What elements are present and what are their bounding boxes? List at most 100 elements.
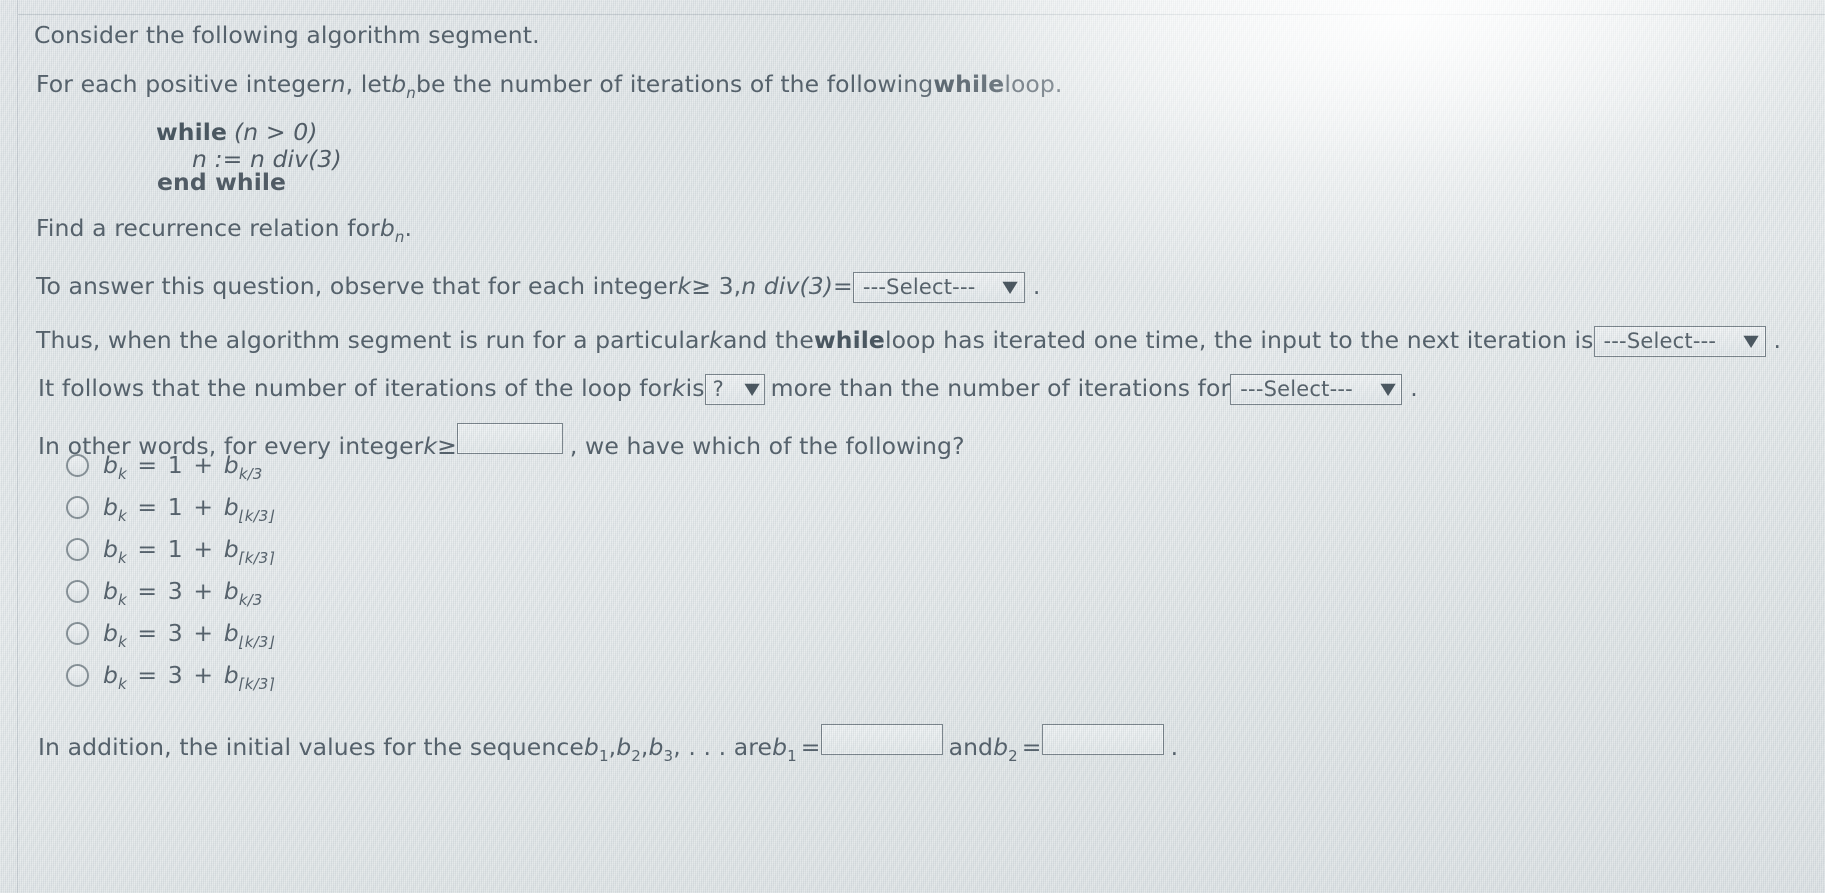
follows-mid: is: [685, 374, 705, 402]
opt6-b2: b: [223, 661, 239, 689]
setup-post-b: loop.: [1004, 70, 1063, 98]
code-line-end-while: end while: [157, 167, 286, 197]
radio-button-icon[interactable]: [66, 663, 89, 687]
option-row-6[interactable]: bk = 3 + b⌈k/3⌉: [66, 660, 275, 694]
observe-equals: =: [833, 272, 853, 300]
question-content: Consider the following algorithm segment…: [0, 0, 1825, 893]
opt1-plus: +: [185, 451, 221, 479]
select-ndiv3[interactable]: ---Select--- ▼: [852, 271, 1025, 303]
initial-s2: 2: [631, 747, 641, 766]
opt1-b2: b: [223, 451, 239, 479]
option-row-1[interactable]: bk = 1 + bk/3: [66, 450, 262, 484]
option-label-2: bk = 1 + b⌊k/3⌋: [103, 492, 275, 526]
opt3-sub: k: [118, 549, 127, 568]
observe-expr: n div(3): [741, 272, 834, 300]
select-iterations-for-value: ---Select---: [1240, 377, 1353, 401]
chevron-down-icon: ▼: [1002, 277, 1019, 297]
code-end-while-text: end while: [157, 168, 287, 196]
opt3-num: 1: [167, 535, 183, 563]
select-iterations-for[interactable]: ---Select--- ▼: [1230, 373, 1403, 405]
find-recurrence-text: Find a recurrence relation for bn .: [36, 213, 413, 246]
thus-post: loop has iterated one time, the input to…: [884, 326, 1594, 354]
radio-button-icon[interactable]: [66, 621, 89, 645]
observe-var-k: k: [677, 272, 692, 300]
observe-line: To answer this question, observe that fo…: [36, 271, 1040, 303]
opt4-b: b: [103, 577, 119, 605]
option-row-4[interactable]: bk = 3 + bk/3: [66, 576, 262, 610]
observe-mid: ≥ 3,: [691, 272, 742, 300]
inother-var-k: k: [423, 432, 438, 460]
radio-button-icon[interactable]: [66, 453, 89, 477]
opt1-sub: k: [118, 465, 127, 484]
chevron-down-icon: ▼: [1380, 379, 1396, 399]
opt3-eq: =: [129, 535, 165, 563]
opt1-num: 1: [167, 451, 183, 479]
radio-button-icon[interactable]: [66, 579, 89, 603]
opt2-sub2: ⌊k/3⌋: [238, 507, 275, 526]
opt2-b2: b: [223, 493, 239, 521]
input-b2-value[interactable]: [1041, 724, 1164, 755]
thus-keyword-while: while: [813, 326, 885, 354]
thus-end: .: [1773, 326, 1782, 354]
opt2-sub: k: [118, 507, 127, 526]
opt3-plus: +: [185, 535, 221, 563]
follows-var-k: k: [671, 374, 686, 402]
code-while-condition: (n > 0): [234, 118, 318, 146]
opt5-b: b: [103, 619, 119, 647]
radio-button-icon[interactable]: [66, 537, 89, 561]
setup-sub-n: n: [406, 84, 416, 103]
input-k-lower-bound[interactable]: [456, 423, 563, 454]
opt4-b2: b: [223, 577, 239, 605]
opt2-plus: +: [185, 493, 221, 521]
setup-pre: For each positive integer: [36, 70, 331, 98]
opt6-sub2: ⌈k/3⌉: [238, 675, 275, 694]
thus-line: Thus, when the algorithm segment is run …: [36, 325, 1781, 357]
initial-sA: 1: [787, 747, 797, 766]
chevron-down-icon: ▼: [744, 379, 761, 399]
initial-b3: b: [648, 733, 664, 761]
radio-button-icon[interactable]: [66, 495, 89, 519]
option-label-3: bk = 1 + b⌈k/3⌉: [103, 534, 275, 568]
initial-s1: 1: [598, 747, 609, 766]
inother-mid: ≥: [437, 432, 457, 460]
option-row-3[interactable]: bk = 1 + b⌈k/3⌉: [66, 534, 275, 568]
opt5-plus: +: [185, 619, 221, 647]
initial-and: and: [948, 733, 994, 761]
opt4-sub: k: [118, 591, 127, 610]
find-pre: Find a recurrence relation for: [36, 214, 380, 242]
find-post: .: [404, 214, 413, 242]
opt6-plus: +: [185, 661, 221, 689]
opt5-b2: b: [223, 619, 239, 647]
option-label-1: bk = 1 + bk/3: [103, 450, 262, 484]
intro-text: Consider the following algorithm segment…: [34, 20, 540, 50]
setup-post-a: be the number of iterations of the follo…: [415, 70, 934, 98]
chevron-down-icon: ▼: [1743, 331, 1760, 351]
initial-c3: , . . . are: [673, 733, 773, 761]
opt3-b: b: [103, 535, 119, 563]
opt5-sub2: ⌊k/3⌋: [238, 633, 275, 652]
option-row-5[interactable]: bk = 3 + b⌊k/3⌋: [66, 618, 275, 652]
find-var-b: b: [379, 214, 395, 242]
opt2-num: 1: [167, 493, 183, 521]
option-label-4: bk = 3 + bk/3: [103, 576, 262, 610]
select-next-input[interactable]: ---Select--- ▼: [1593, 325, 1766, 357]
setup-text: For each positive integer n , let bn be …: [36, 69, 1063, 102]
follows-pre: It follows that the number of iterations…: [38, 374, 672, 402]
option-row-2[interactable]: bk = 1 + b⌊k/3⌋: [66, 492, 275, 526]
setup-keyword-while: while: [933, 70, 1005, 98]
select-iteration-difference[interactable]: ? ▼: [704, 373, 765, 405]
opt3-sub2: ⌈k/3⌉: [238, 549, 275, 568]
opt3-b2: b: [223, 535, 239, 563]
opt4-num: 3: [167, 577, 183, 605]
code-keyword-while: while: [156, 118, 227, 146]
setup-mid: , let: [345, 70, 392, 98]
select-ndiv3-value: ---Select---: [862, 275, 976, 299]
input-b1-value[interactable]: [820, 724, 943, 755]
follows-post: more than the number of iterations for: [770, 374, 1231, 402]
opt1-b: b: [103, 451, 119, 479]
setup-var-b: b: [391, 70, 407, 98]
opt6-sub: k: [118, 675, 127, 694]
observe-pre: To answer this question, observe that fo…: [36, 272, 678, 300]
opt5-num: 3: [167, 619, 183, 647]
opt5-sub: k: [118, 633, 127, 652]
